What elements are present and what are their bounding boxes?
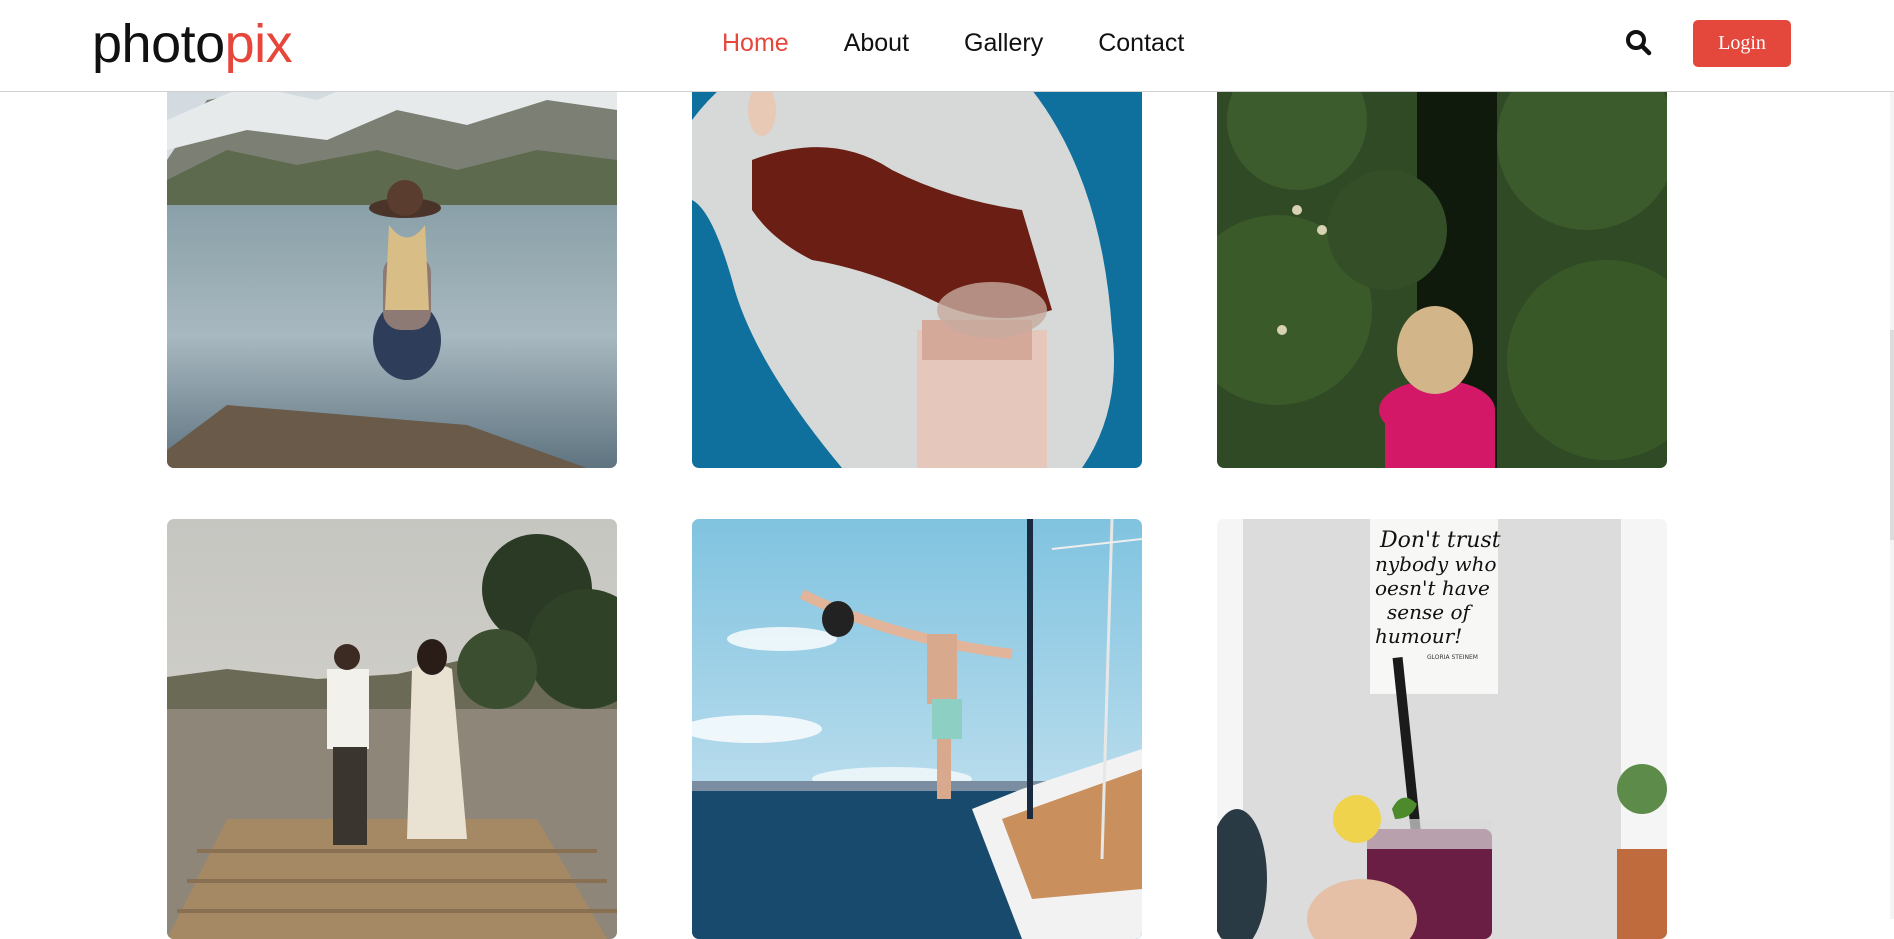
- site-header: photopix Home About Gallery Contact Logi…: [0, 0, 1894, 92]
- poster-line-5: humour!: [1375, 624, 1462, 648]
- poster-credit: GLORIA STEINEM: [1427, 654, 1478, 661]
- gallery-image-sailboat[interactable]: [692, 519, 1142, 939]
- poster-line-1: Don't trust: [1379, 528, 1501, 553]
- gallery-image-lace-veil[interactable]: [692, 30, 1142, 468]
- main-nav: Home About Gallery Contact: [722, 26, 1239, 60]
- logo-main-text: photo: [92, 14, 225, 74]
- poster-line-2: nybody who: [1375, 552, 1497, 576]
- site-logo[interactable]: photopix: [92, 14, 293, 74]
- nav-home[interactable]: Home: [722, 26, 789, 60]
- nav-contact[interactable]: Contact: [1098, 26, 1184, 60]
- login-button[interactable]: Login: [1693, 20, 1791, 67]
- logo-accent-text: pix: [224, 14, 293, 74]
- gallery-image-couple-pier[interactable]: [167, 519, 617, 939]
- poster-line-3: oesn't have: [1375, 576, 1490, 600]
- poster-line-4: sense of: [1387, 600, 1473, 624]
- page-scrollbar[interactable]: [1890, 0, 1894, 919]
- nav-about[interactable]: About: [844, 26, 909, 60]
- gallery-image-drink-poster[interactable]: Don't trust nybody who oesn't have sense…: [1217, 519, 1667, 939]
- gallery-image-child-hedge[interactable]: [1217, 30, 1667, 468]
- nav-gallery[interactable]: Gallery: [964, 26, 1043, 60]
- gallery-image-mountain-lake[interactable]: [167, 30, 617, 468]
- search-icon[interactable]: [1623, 26, 1655, 60]
- scrollbar-thumb[interactable]: [1890, 330, 1894, 540]
